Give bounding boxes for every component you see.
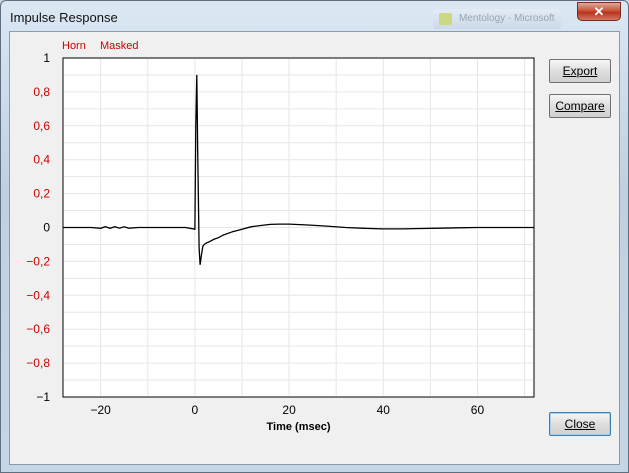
app-icon: [439, 13, 452, 25]
title-bar[interactable]: Impulse Response Mentology - Microsoft ✕: [1, 1, 628, 31]
x-tick-label: 0: [192, 403, 199, 417]
impulse-response-chart: 1 0,8 0,6 0,4 0,2 0 −0,2 −0,4 −0,6 −0,8 −1 −20 0 20 4…: [26, 51, 535, 433]
export-button[interactable]: Export: [549, 59, 611, 83]
y-tick-label: 0,8: [33, 85, 50, 99]
y-tick-label: −0,6: [26, 322, 50, 336]
y-tick-label: 0,4: [33, 153, 50, 167]
x-axis-label: Time (msec): [267, 421, 331, 433]
close-icon: ✕: [593, 4, 605, 19]
x-tick-label: 60: [471, 403, 485, 417]
y-tick-label: −0,2: [26, 254, 50, 268]
window-close-button[interactable]: ✕: [577, 2, 621, 21]
impulse-response-window: Impulse Response Mentology - Microsoft ✕…: [0, 0, 629, 473]
x-tick-label: 40: [377, 403, 391, 417]
export-button-label: Export: [562, 64, 598, 78]
window-title: Impulse Response: [10, 10, 118, 25]
close-button[interactable]: Close: [549, 412, 611, 436]
y-tick-label: 1: [43, 51, 50, 65]
background-taskbar-preview: Mentology - Microsoft: [433, 9, 561, 29]
y-tick-label: 0,2: [33, 187, 50, 201]
dialog-client-area: Horn Masked 1 0,8 0,6 0,4 0,2 0 −0,2 −0,4 −0,6 −0…: [9, 31, 620, 465]
y-tick-label: 0: [43, 221, 50, 235]
y-tick-label: −1: [36, 390, 50, 404]
x-tick-label: −20: [91, 403, 112, 417]
close-button-label: Close: [564, 417, 596, 431]
y-tick-label: 0,6: [33, 119, 50, 133]
y-tick-label: −0,4: [26, 288, 50, 302]
x-tick-label: 20: [282, 403, 296, 417]
compare-button[interactable]: Compare: [549, 94, 611, 118]
compare-button-label: Compare: [555, 99, 605, 113]
y-tick-label: −0,8: [26, 356, 50, 370]
background-task-label: Mentology - Microsoft: [459, 13, 555, 24]
